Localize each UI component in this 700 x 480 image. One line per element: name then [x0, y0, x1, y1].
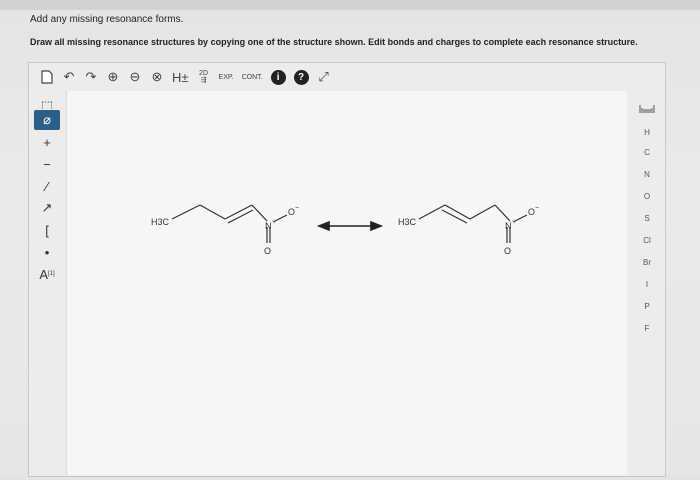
left-methyl-label: H3C	[151, 217, 170, 227]
left-oxygen-bottom: O	[264, 246, 271, 256]
drawing-canvas[interactable]: H3C N + O − O H3C N + O − O	[66, 91, 627, 475]
help-icon[interactable]: ?	[293, 69, 309, 85]
hydrogen-toggle-icon[interactable]: H±	[172, 67, 189, 87]
2d-clean-glyph: ⇶	[200, 77, 207, 84]
element-f-button[interactable]: F	[630, 324, 664, 333]
instruction-text: Draw all missing resonance structures by…	[30, 37, 638, 47]
left-n-charge: +	[272, 219, 276, 226]
right-o-charge: −	[535, 205, 539, 212]
chain-tool[interactable]: ↗	[34, 198, 60, 218]
structures-svg: H3C N + O − O H3C N + O − O	[151, 204, 539, 256]
element-s-button[interactable]: S	[630, 214, 664, 223]
element-o-button[interactable]: O	[630, 192, 664, 201]
expand-button[interactable]: EXP.	[219, 67, 234, 87]
undo-icon[interactable]: ↶	[62, 67, 76, 87]
lone-pair-tool[interactable]: •	[34, 242, 60, 262]
right-oxygen-top: O	[528, 207, 535, 217]
2d-clean-button[interactable]: 2D ⇶	[197, 67, 211, 87]
atom-label-sup: [1]	[48, 271, 55, 277]
atom-label-letter: A	[39, 266, 48, 282]
negative-charge-tool[interactable]: −	[34, 154, 60, 174]
resonance-arrow	[316, 220, 384, 232]
element-c-button[interactable]: C	[630, 148, 664, 157]
element-i-button[interactable]: I	[630, 280, 664, 289]
element-br-button[interactable]: Br	[630, 258, 664, 267]
atom-label-tool[interactable]: A [1]	[34, 264, 60, 284]
zoom-in-icon[interactable]: ⊕	[106, 67, 120, 87]
zoom-out-icon[interactable]: ⊖	[128, 67, 142, 87]
question-text: Add any missing resonance forms.	[30, 14, 184, 25]
positive-charge-tool[interactable]: +	[34, 132, 60, 152]
top-strip	[0, 0, 700, 10]
right-oxygen-bottom: O	[504, 246, 511, 256]
element-p-button[interactable]: P	[630, 302, 664, 311]
contract-button[interactable]: CONT.	[242, 67, 263, 87]
periodic-table-icon[interactable]	[630, 104, 664, 116]
2d-clean-label: 2D	[199, 70, 208, 77]
reset-zoom-icon[interactable]: ⊗	[150, 67, 164, 87]
bracket-tool[interactable]: [	[34, 220, 60, 240]
right-nitrogen-label: N	[505, 221, 512, 231]
right-methyl-label: H3C	[398, 217, 417, 227]
info-icon[interactable]: i	[270, 69, 286, 85]
left-nitrogen-label: N	[265, 221, 272, 231]
fullscreen-icon[interactable]: ⤢	[317, 67, 331, 87]
new-document-icon[interactable]	[40, 67, 54, 87]
eraser-tool[interactable]: ⌀	[34, 110, 60, 130]
bond-tool[interactable]: ⁄	[34, 176, 60, 196]
left-oxygen-top: O	[288, 207, 295, 217]
redo-icon[interactable]: ↷	[84, 67, 98, 87]
top-toolbar: ↶ ↷ ⊕ ⊖ ⊗ H± 2D ⇶ EXP. CONT. i ? ⤢	[30, 64, 662, 90]
right-n-charge: +	[512, 219, 516, 226]
element-cl-button[interactable]: Cl	[630, 236, 664, 245]
element-n-button[interactable]: N	[630, 170, 664, 179]
left-o-charge: −	[295, 205, 299, 212]
element-h-button[interactable]: H	[630, 128, 664, 137]
